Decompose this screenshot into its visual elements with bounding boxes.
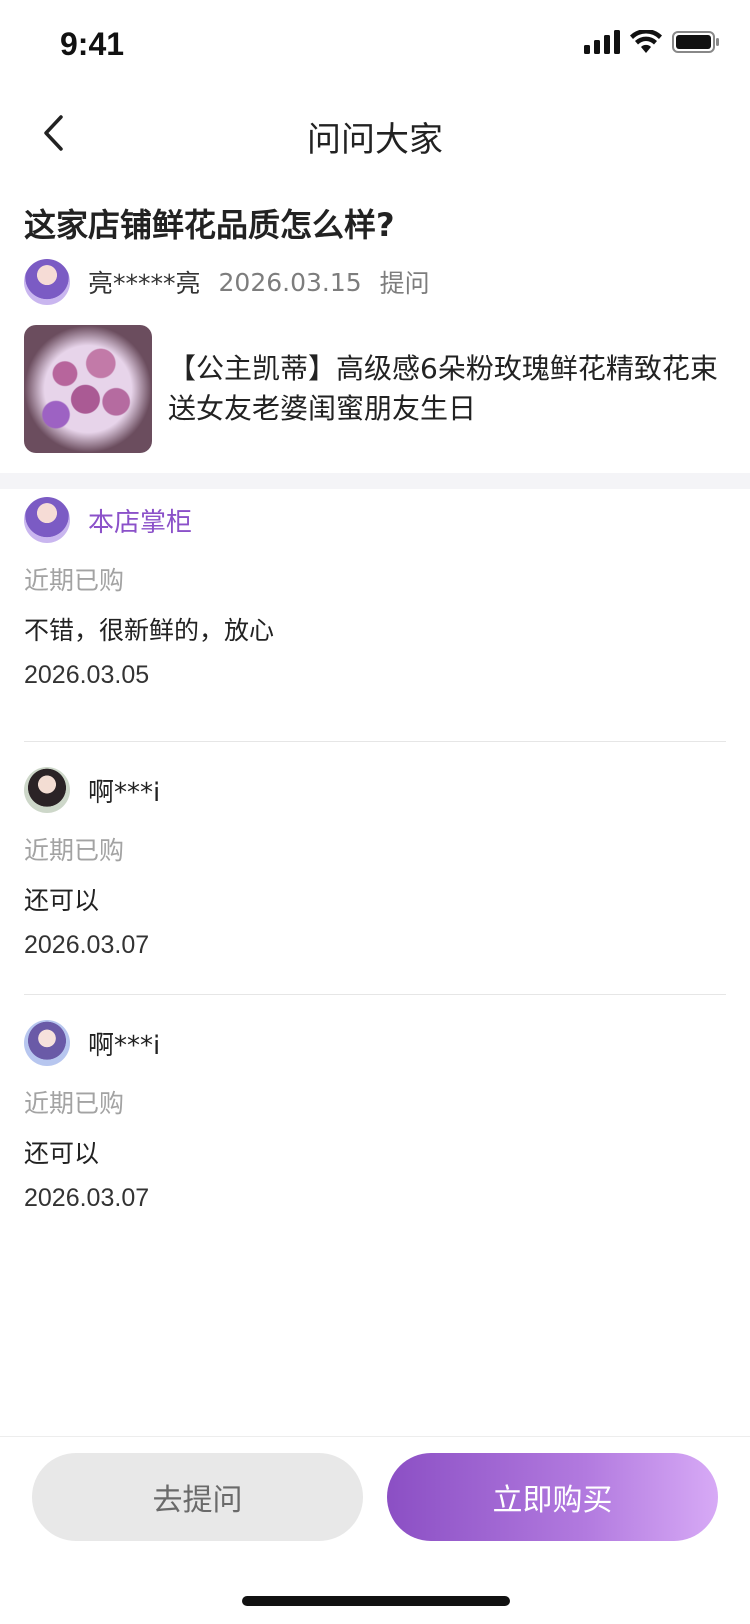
status-time: 9:41 [60,26,125,62]
avatar[interactable] [24,497,70,543]
purchase-tag: 近期已购 [24,1089,125,1118]
purchase-tag: 近期已购 [24,836,125,865]
question-title: 这家店铺鲜花品质怎么样? [24,206,395,244]
answer-text: 不错，很新鲜的，放心 [24,616,275,645]
answer-header: 啊***i [24,1018,726,1068]
divider [24,741,726,742]
answer-text: 还可以 [24,1139,100,1168]
asker-row: 亮*****亮 2026.03.15 提问 [24,258,430,306]
product-image[interactable] [24,325,152,453]
qa-page: 9:41 问问大家 这家店铺鲜花品质怎么样? 亮*****亮 2026.03.1… [0,0,750,1624]
answer-text: 还可以 [24,886,100,915]
answer-item: 啊***i 近期已购 还可以 2026.03.07 [24,1018,726,1218]
buy-now-button[interactable]: 立即购买 [387,1453,718,1541]
cellular-signal-icon [584,30,620,54]
wifi-icon [630,30,662,53]
status-icons [584,30,720,54]
answer-item: 本店掌柜 近期已购 不错，很新鲜的，放心 2026.03.05 [24,495,726,695]
nav-bar: 问问大家 [0,90,750,178]
avatar[interactable] [24,259,70,305]
question-action-label: 提问 [379,269,430,298]
answerer-name: 本店掌柜 [88,507,193,538]
product-card[interactable]: 【公主凯蒂】高级感6朵粉玫瑰鲜花精致花束送女友老婆闺蜜朋友生日 [24,325,724,453]
answerer-name: 啊***i [88,1030,161,1061]
divider [24,994,726,995]
status-bar: 9:41 [0,0,750,90]
ask-question-button[interactable]: 去提问 [32,1453,363,1541]
answer-header: 啊***i [24,765,726,815]
battery-icon [672,31,719,53]
home-indicator[interactable] [242,1596,510,1606]
page-title: 问问大家 [307,120,443,160]
product-name[interactable]: 【公主凯蒂】高级感6朵粉玫瑰鲜花精致花束送女友老婆闺蜜朋友生日 [168,349,718,429]
question-date: 2026.03.15 [218,267,362,297]
answer-header: 本店掌柜 [24,495,726,545]
purchase-tag: 近期已购 [24,566,125,595]
answerer-name: 啊***i [88,777,161,808]
answer-date: 2026.03.07 [24,1184,150,1212]
avatar[interactable] [24,767,70,813]
asker-name: 亮*****亮 [88,269,201,298]
section-divider [0,473,750,489]
answer-item: 啊***i 近期已购 还可以 2026.03.07 [24,765,726,965]
avatar[interactable] [24,1020,70,1066]
answer-date: 2026.03.05 [24,661,150,689]
answer-date: 2026.03.07 [24,931,150,959]
